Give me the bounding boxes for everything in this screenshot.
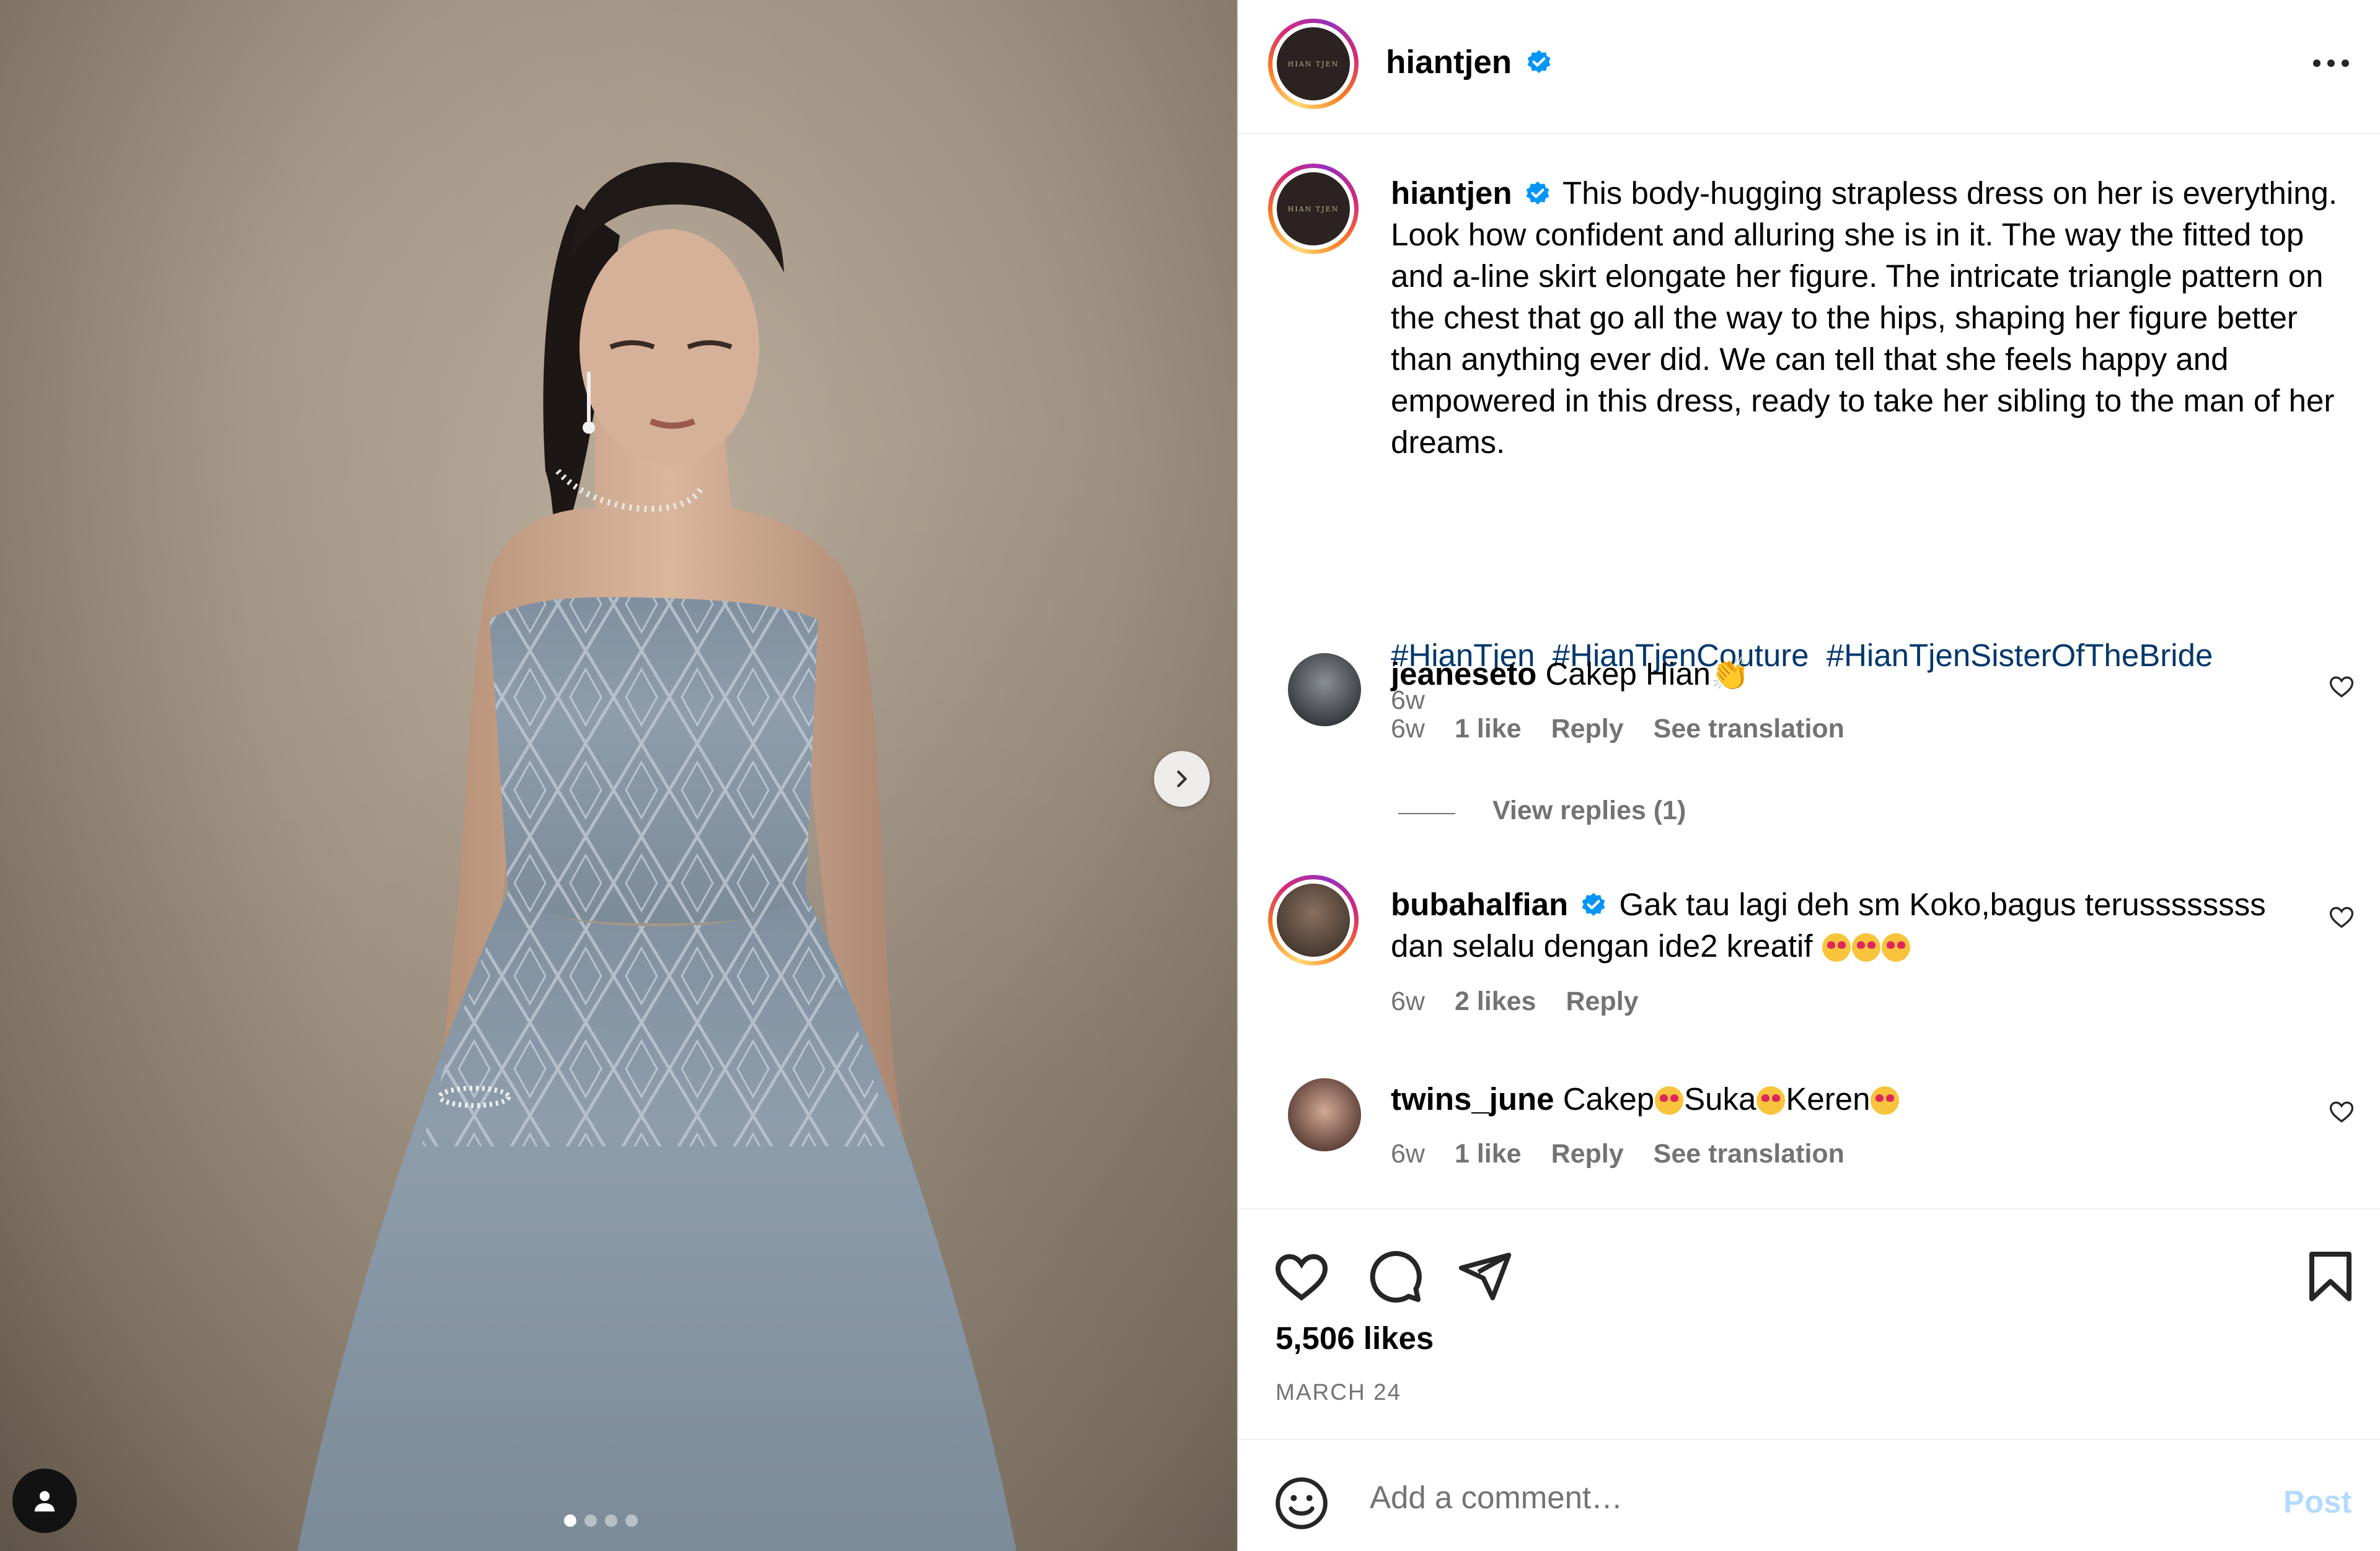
author-avatar[interactable]: HIAN TJEN [1268, 19, 1359, 109]
heart-eyes-emoji-icon [1822, 933, 1851, 962]
heart-eyes-emoji-icon [1881, 933, 1910, 962]
heart-icon[interactable] [1272, 1247, 1331, 1306]
bookmark-icon[interactable] [2301, 1247, 2360, 1306]
comment-input[interactable] [1368, 1475, 2208, 1519]
comment-likes[interactable]: 2 likes [1455, 986, 1536, 1017]
caption-username[interactable]: hiantjen [1391, 175, 1512, 211]
heart-eyes-emoji-icon [1851, 933, 1880, 962]
commenter-avatar[interactable] [1288, 653, 1361, 726]
comment-text-part: Keren [1786, 1081, 1871, 1117]
post-header: HIAN TJEN hiantjen [1238, 0, 2380, 134]
comment-body: jeaneseto Cakep Hian👏 [1391, 653, 2283, 695]
commenter-username[interactable]: bubahalfian [1391, 887, 1568, 922]
comment-age[interactable]: 6w [1391, 1139, 1425, 1169]
comment-body: bubahalfian Gak tau lagi deh sm Koko,bag… [1391, 884, 2308, 967]
comment-likes[interactable]: 1 like [1455, 1139, 1522, 1169]
commenter-username[interactable]: jeaneseto [1391, 656, 1536, 692]
post-comment-button[interactable]: Post [2283, 1483, 2352, 1520]
author-username-text: hiantjen [1386, 44, 1512, 81]
post-photo[interactable] [0, 0, 1237, 1551]
commenter-avatar[interactable] [1268, 875, 1359, 965]
reply-button[interactable]: Reply [1551, 714, 1624, 744]
caption-avatar[interactable]: HIAN TJEN [1268, 164, 1359, 254]
reply-button[interactable]: Reply [1551, 1139, 1624, 1169]
comment-text-part: Cakep [1562, 1081, 1655, 1117]
comment-like-heart-icon[interactable] [2328, 673, 2355, 700]
comment-body: twins_june Cakep Suka Keren [1391, 1078, 2283, 1120]
photo-subject [298, 162, 1016, 1551]
more-icon[interactable] [2309, 50, 2353, 74]
see-translation-button[interactable]: See translation [1654, 714, 1844, 744]
comment-text: Cakep Hian👏 [1545, 656, 1750, 692]
comment-meta: 6w 1 like Reply See translation [1391, 714, 1844, 744]
heart-eyes-emoji-icon [1655, 1086, 1684, 1115]
likes-count[interactable]: 5,506 likes [1276, 1320, 1434, 1356]
comment-text-part: Suka [1684, 1081, 1756, 1117]
commenter-username[interactable]: twins_june [1391, 1081, 1554, 1117]
comment-meta: 6w 1 like Reply See translation [1391, 1139, 1844, 1169]
comment-like-heart-icon[interactable] [2328, 1098, 2355, 1125]
next-photo-button[interactable] [1154, 751, 1210, 807]
add-comment-bar: Post [1238, 1439, 2380, 1551]
heart-eyes-emoji-icon [1871, 1086, 1900, 1115]
comment-like-heart-icon[interactable] [2328, 903, 2355, 931]
tagged-users-button[interactable] [12, 1469, 77, 1533]
carousel-dot [564, 1514, 576, 1527]
caption-avatar-logo: HIAN TJEN [1277, 172, 1350, 245]
post-date[interactable]: MARCH 24 [1276, 1379, 1401, 1405]
verified-icon [1526, 181, 1549, 204]
comment-icon[interactable] [1365, 1247, 1424, 1306]
share-icon[interactable] [1457, 1248, 1514, 1305]
commenter-avatar[interactable] [1288, 1078, 1361, 1151]
author-username-header[interactable]: hiantjen [1386, 43, 1553, 81]
comment-meta: 6w 2 likes Reply [1391, 986, 1639, 1017]
author-avatar-logo: HIAN TJEN [1277, 27, 1350, 100]
carousel-dot [625, 1514, 638, 1527]
next-arrow-icon [1177, 770, 1187, 788]
comment-age[interactable]: 6w [1391, 714, 1425, 744]
comment-likes[interactable]: 1 like [1455, 714, 1522, 744]
carousel-dot [605, 1514, 617, 1527]
view-replies-button[interactable]: View replies (1) [1492, 796, 1686, 826]
view-replies-label: View replies (1) [1492, 796, 1686, 825]
heart-eyes-emoji-icon [1756, 1086, 1786, 1115]
reply-button[interactable]: Reply [1566, 986, 1638, 1017]
comments-list[interactable]: HIAN TJEN hiantjen This body-hugging str… [1238, 134, 2380, 1208]
instagram-post-view: HIAN TJEN hiantjen HIAN TJEN hiantjen Th… [0, 0, 2380, 1551]
caption-text: This body-hugging strapless dress on her… [1391, 175, 2338, 460]
user-tag-icon [34, 1491, 55, 1512]
emoji-icon[interactable] [1273, 1475, 1330, 1532]
carousel-dot [584, 1514, 597, 1527]
post-side-panel: HIAN TJEN hiantjen HIAN TJEN hiantjen Th… [1237, 0, 2380, 1551]
see-translation-button[interactable]: See translation [1654, 1139, 1844, 1169]
comment-age[interactable]: 6w [1391, 986, 1425, 1017]
caption: hiantjen This body-hugging strapless dre… [1391, 172, 2358, 463]
view-replies-line [1398, 813, 1455, 814]
verified-icon [1527, 50, 1551, 74]
carousel-indicator [564, 1514, 638, 1527]
verified-icon [1582, 892, 1605, 916]
